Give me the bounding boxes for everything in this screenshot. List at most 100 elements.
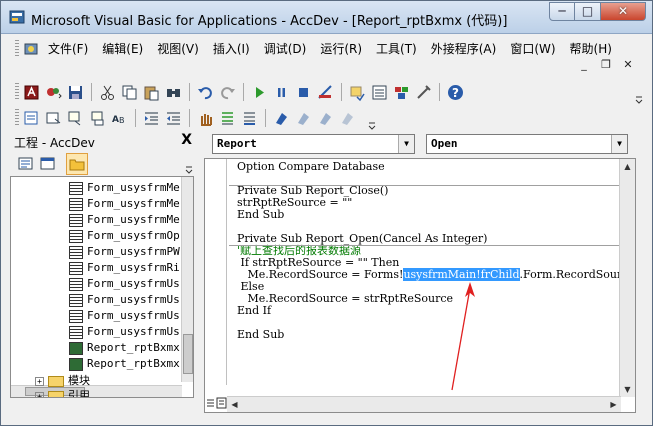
tree-item[interactable]: Form_usysfrmUs [69, 292, 180, 308]
view-code-icon[interactable] [16, 154, 35, 173]
break-icon[interactable] [272, 83, 291, 102]
menu-item[interactable]: 外接程序(A) [424, 40, 504, 58]
expand-icon[interactable]: + [35, 376, 44, 386]
project-explorer-icon[interactable] [348, 83, 367, 102]
tree-item[interactable]: Form_usysfrmMe [69, 212, 180, 228]
close-button[interactable]: ✕ [601, 2, 646, 21]
design-mode-icon[interactable] [316, 83, 335, 102]
code-line[interactable]: Me.RecordSource = Forms!usysfrmMain!frCh… [237, 268, 635, 281]
scroll-left-icon[interactable]: ◀ [227, 397, 242, 412]
chevron-down-icon[interactable]: ▼ [611, 135, 627, 153]
tree-item[interactable]: Form_usysfrmPW [69, 244, 180, 260]
uncomment-block-icon[interactable] [240, 109, 259, 128]
previous-bookmark-icon[interactable] [316, 109, 335, 128]
insert-module-icon[interactable] [44, 83, 63, 102]
margin-indicator-bar[interactable] [205, 159, 227, 385]
undo-icon[interactable] [196, 83, 215, 102]
toolbar-grip[interactable] [15, 109, 19, 127]
scroll-down-icon[interactable]: ▼ [620, 382, 635, 397]
tree-item[interactable]: Report_rptBxmx [69, 356, 180, 372]
procedure-combo[interactable]: Open ▼ [426, 134, 628, 154]
minimize-button[interactable]: ─ [549, 2, 575, 21]
list-constants-icon[interactable] [44, 109, 63, 128]
scroll-right-icon[interactable]: ▶ [606, 397, 621, 412]
tree-folder[interactable]: + 模块 [35, 373, 90, 389]
toggle-folders-button[interactable] [66, 153, 88, 175]
next-bookmark-icon[interactable] [294, 109, 313, 128]
toggle-bookmark-icon[interactable] [272, 109, 291, 128]
help-icon[interactable]: ? [446, 83, 465, 102]
copy-icon[interactable] [120, 83, 139, 102]
quick-info-icon[interactable] [66, 109, 85, 128]
tree-vertical-scrollbar[interactable] [181, 177, 193, 382]
form-icon [69, 181, 83, 195]
list-properties-icon[interactable] [22, 109, 41, 128]
object-browser-icon[interactable] [392, 83, 411, 102]
menu-item[interactable]: 工具(T) [369, 40, 424, 58]
menu-grip[interactable] [15, 40, 19, 58]
procedure-view-icon[interactable] [205, 396, 216, 410]
title-bar[interactable]: Microsoft Visual Basic for Applications … [1, 1, 652, 34]
complete-word-icon[interactable]: AB [110, 109, 129, 128]
tree-folder[interactable]: + 引用 [35, 388, 90, 397]
mdi-restore-icon[interactable]: ❐ [598, 58, 614, 71]
mdi-close-icon[interactable]: ✕ [620, 58, 636, 71]
maximize-button[interactable]: □ [575, 2, 601, 21]
run-icon[interactable] [250, 83, 269, 102]
tree-item[interactable]: Form_usysfrmRi [69, 260, 180, 276]
tree-item[interactable]: Form_usysfrmOp [69, 228, 180, 244]
tree-item[interactable]: Form_usysfrmUs [69, 324, 180, 340]
project-tree[interactable]: Form_usysfrmMe Form_usysfrmMe Form_usysfrm… [10, 176, 194, 398]
tree-item[interactable]: Report_rptBxmx [69, 340, 180, 356]
menu-item[interactable]: 运行(R) [313, 40, 369, 58]
menu-item[interactable]: 编辑(E) [95, 40, 150, 58]
paste-icon[interactable] [142, 83, 161, 102]
form-icon [69, 325, 83, 339]
outdent-icon[interactable] [164, 109, 183, 128]
properties-window-icon[interactable] [370, 83, 389, 102]
parameter-info-icon[interactable] [88, 109, 107, 128]
menu-item[interactable]: 文件(F) [41, 40, 95, 58]
toolbox-icon[interactable] [414, 83, 433, 102]
menu-item[interactable]: 调试(D) [257, 40, 314, 58]
toolbar-overflow[interactable] [634, 79, 644, 105]
redo-icon[interactable] [218, 83, 237, 102]
view-object-icon[interactable] [38, 154, 57, 173]
toolbar-grip[interactable] [15, 83, 19, 101]
project-toolbar-overflow[interactable] [184, 155, 194, 178]
project-close-button[interactable]: X [181, 132, 192, 148]
menu-app-icon[interactable] [23, 41, 39, 57]
scroll-up-icon[interactable]: ▲ [620, 159, 635, 174]
code-editor[interactable]: Option Compare Database Private Sub Repor… [204, 158, 636, 413]
code-horizontal-scrollbar[interactable]: ◀ ▶ [227, 396, 621, 412]
view-access-icon[interactable] [22, 83, 41, 102]
toggle-breakpoint-icon[interactable] [196, 109, 215, 128]
tree-item[interactable]: Form_usysfrmUs [69, 308, 180, 324]
tree-item[interactable]: Form_usysfrmMe [69, 180, 180, 196]
mdi-minimize-icon[interactable]: _ [576, 58, 592, 71]
menu-item[interactable]: 窗口(W) [503, 40, 562, 58]
tree-item[interactable]: Form_usysfrmMe [69, 196, 180, 212]
code-line[interactable]: End Sub [237, 329, 284, 341]
menu-item[interactable]: 视图(V) [150, 40, 206, 58]
indent-icon[interactable] [142, 109, 161, 128]
find-icon[interactable] [164, 83, 183, 102]
comment-block-icon[interactable] [218, 109, 237, 128]
edit-toolbar-overflow[interactable] [367, 105, 377, 131]
code-line[interactable]: Option Compare Database [237, 161, 385, 173]
save-icon[interactable] [66, 83, 85, 102]
menu-item[interactable]: 插入(I) [206, 40, 257, 58]
cut-icon[interactable] [98, 83, 117, 102]
expand-icon[interactable]: + [35, 391, 44, 397]
clear-bookmarks-icon[interactable] [338, 109, 357, 128]
full-module-view-icon[interactable] [216, 396, 227, 410]
code-line[interactable]: End If [237, 305, 271, 317]
tree-scroll-thumb[interactable] [183, 334, 193, 374]
reset-icon[interactable] [294, 83, 313, 102]
menu-item[interactable]: 帮助(H) [563, 40, 619, 58]
tree-item[interactable]: Form_usysfrmUs [69, 276, 180, 292]
chevron-down-icon[interactable]: ▼ [398, 135, 414, 153]
code-vertical-scrollbar[interactable]: ▲ ▼ [619, 159, 635, 397]
code-line[interactable]: End Sub [237, 209, 284, 221]
object-combo[interactable]: Report ▼ [212, 134, 415, 154]
